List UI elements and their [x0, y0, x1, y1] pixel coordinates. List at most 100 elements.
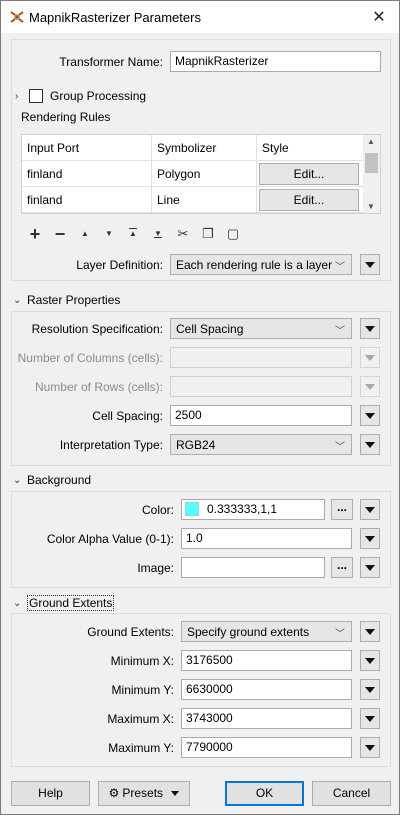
expand-caret-icon[interactable]: › [15, 91, 29, 102]
dropdown-arrow-icon [365, 261, 375, 268]
close-button[interactable]: ✕ [365, 5, 393, 29]
interpretation-type-label: Interpretation Type: [59, 438, 163, 452]
dropdown-arrow-icon [365, 325, 375, 332]
dropdown-arrow-icon [365, 564, 375, 571]
collapse-caret-icon[interactable]: ⌄ [13, 598, 27, 609]
collapse-caret-icon[interactable]: ⌄ [13, 295, 27, 306]
resolution-spec-menu-button[interactable] [360, 318, 380, 339]
column-header-input-port[interactable]: Input Port [22, 135, 152, 161]
dropdown-arrow-icon [365, 383, 375, 390]
help-button[interactable]: Help [11, 781, 90, 806]
table-cell-input-port[interactable]: finland [22, 187, 152, 213]
copy-icon[interactable]: ❐ [199, 225, 217, 243]
ground-extents-mode-select[interactable]: Specify ground extents ﹀ [181, 621, 352, 642]
max-y-menu-button[interactable] [360, 737, 380, 758]
rows-label: Number of Rows (cells): [34, 380, 163, 394]
move-down-icon[interactable]: ▼ [100, 225, 118, 243]
cell-spacing-input[interactable]: 2500 [170, 405, 352, 426]
close-icon: ✕ [372, 9, 386, 26]
scroll-up-icon[interactable]: ▲ [367, 137, 375, 146]
edit-style-button[interactable]: Edit... [259, 163, 359, 185]
ground-extents-mode-value: Specify ground extents [187, 625, 310, 639]
alpha-input[interactable]: 1.0 [181, 528, 352, 549]
min-y-label: Minimum Y: [111, 683, 174, 697]
add-icon[interactable]: + [26, 225, 44, 243]
min-x-label: Minimum X: [110, 654, 174, 668]
background-title: Background [27, 473, 92, 487]
min-x-input[interactable]: 3176500 [181, 650, 352, 671]
remove-icon[interactable]: − [51, 225, 69, 243]
min-y-menu-button[interactable] [360, 679, 380, 700]
edit-style-button[interactable]: Edit... [259, 189, 359, 211]
move-up-icon[interactable]: ▲ [76, 225, 94, 243]
max-x-label: Maximum X: [107, 712, 174, 726]
dropdown-arrow-icon [365, 412, 375, 419]
transformer-name-input[interactable]: MapnikRasterizer [170, 51, 381, 72]
chevron-down-icon: ﹀ [335, 629, 345, 640]
max-x-input[interactable]: 3743000 [181, 708, 352, 729]
dropdown-arrow-icon [365, 744, 375, 751]
raster-properties-header[interactable]: ⌄ Raster Properties [13, 293, 120, 307]
cell-spacing-menu-button[interactable] [360, 405, 380, 426]
image-input[interactable] [181, 557, 325, 578]
resolution-spec-select[interactable]: Cell Spacing ﹀ [170, 318, 352, 339]
layer-definition-value: Each rendering rule is a layer [176, 258, 333, 272]
table-cell-input-port[interactable]: finland [22, 161, 152, 187]
table-cell-symbolizer[interactable]: Polygon [152, 161, 257, 187]
group-processing-label: Group Processing [50, 89, 147, 103]
color-label: Color: [141, 503, 174, 517]
move-top-icon[interactable]: ▲ [124, 225, 142, 243]
image-menu-button[interactable] [360, 557, 380, 578]
dropdown-arrow-icon [365, 535, 375, 542]
max-y-input[interactable]: 7790000 [181, 737, 352, 758]
image-browse-button[interactable]: ... [331, 557, 353, 578]
resolution-spec-value: Cell Spacing [176, 322, 244, 336]
background-header[interactable]: ⌄ Background [13, 473, 91, 487]
collapse-caret-icon[interactable]: ⌄ [13, 475, 27, 486]
chevron-down-icon: ﹀ [335, 262, 345, 273]
ok-button[interactable]: OK [225, 781, 304, 806]
raster-properties-title: Raster Properties [27, 293, 121, 307]
alpha-menu-button[interactable] [360, 528, 380, 549]
column-header-style[interactable]: Style [257, 135, 364, 161]
scrollbar-thumb[interactable] [365, 153, 378, 173]
presets-label: Presets [122, 786, 164, 800]
layer-definition-menu-button[interactable] [360, 254, 380, 275]
columns-menu-button [360, 347, 380, 368]
max-y-label: Maximum Y: [108, 741, 174, 755]
ground-extents-header[interactable]: ⌄ Ground Extents [13, 595, 115, 611]
scroll-down-icon[interactable]: ▼ [367, 202, 375, 211]
presets-button[interactable]: ⚙ Presets [98, 781, 190, 806]
ground-extents-title: Ground Extents [27, 595, 115, 611]
rendering-rules-title: Rendering Rules [21, 110, 111, 124]
group-processing-header[interactable]: › Group Processing [15, 89, 146, 103]
table-cell-symbolizer[interactable]: Line [152, 187, 257, 213]
title-bar: MapnikRasterizer Parameters ✕ [1, 1, 399, 33]
max-x-menu-button[interactable] [360, 708, 380, 729]
rows-input [170, 376, 352, 397]
dropdown-arrow-icon [171, 791, 180, 797]
interpretation-type-menu-button[interactable] [360, 434, 380, 455]
interpretation-type-value: RGB24 [176, 438, 216, 452]
column-header-symbolizer[interactable]: Symbolizer [152, 135, 257, 161]
cut-icon[interactable]: ✂ [174, 225, 192, 243]
color-input[interactable]: 0.333333,1,1 [181, 499, 325, 520]
window-title: MapnikRasterizer Parameters [29, 10, 201, 25]
group-processing-checkbox[interactable] [29, 89, 43, 103]
interpretation-type-select[interactable]: RGB24 ﹀ [170, 434, 352, 455]
table-scrollbar[interactable]: ▲ ▼ [363, 135, 380, 213]
move-bottom-icon[interactable]: ▼ [149, 225, 167, 243]
dialog-window: MapnikRasterizer Parameters ✕ Transforme… [0, 0, 400, 815]
dropdown-arrow-icon [365, 686, 375, 693]
color-menu-button[interactable] [360, 499, 380, 520]
layer-definition-select[interactable]: Each rendering rule is a layer ﹀ [170, 254, 352, 275]
min-x-menu-button[interactable] [360, 650, 380, 671]
color-picker-button[interactable]: ... [331, 499, 353, 520]
cancel-button[interactable]: Cancel [312, 781, 391, 806]
paste-icon[interactable]: ▢ [224, 225, 242, 243]
columns-input [170, 347, 352, 368]
dropdown-arrow-icon [365, 506, 375, 513]
min-y-input[interactable]: 6630000 [181, 679, 352, 700]
color-swatch[interactable] [185, 502, 199, 516]
ground-extents-mode-menu-button[interactable] [360, 621, 380, 642]
